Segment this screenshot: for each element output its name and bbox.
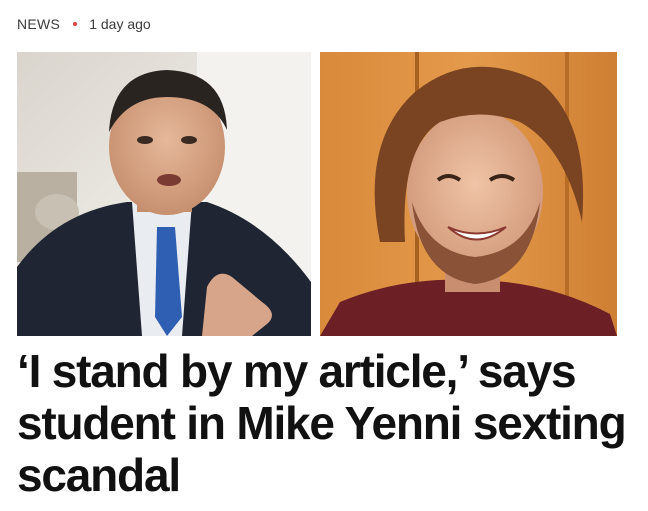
category-label[interactable]: NEWS bbox=[17, 16, 60, 32]
politician-photo[interactable] bbox=[17, 52, 311, 336]
timestamp: 1 day ago bbox=[89, 16, 151, 32]
separator-dot bbox=[73, 22, 78, 26]
article-headline[interactable]: ‘I stand by my article,’ says student in… bbox=[17, 345, 637, 501]
student-photo[interactable] bbox=[320, 52, 617, 336]
article-meta: NEWS 1 day ago bbox=[17, 13, 151, 35]
